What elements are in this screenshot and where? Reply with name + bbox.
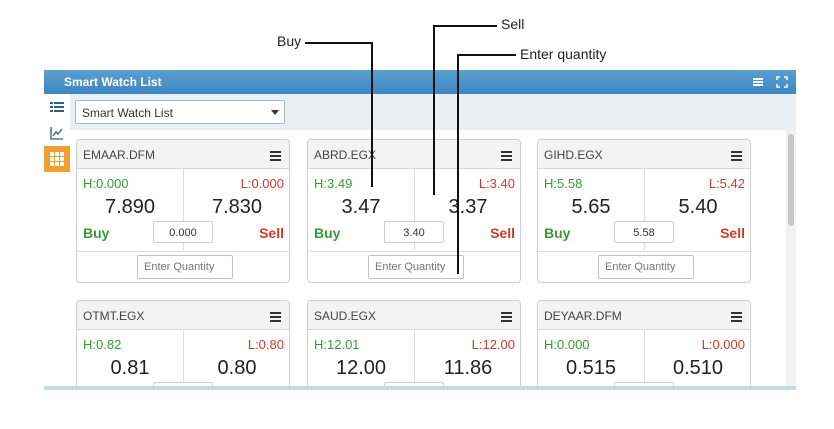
sell-price: 11.86 [443,357,493,379]
sell-button[interactable]: Sell [720,225,745,241]
price-input[interactable]: 3.40 [384,221,444,243]
card-header: SAUD.EGX [308,301,520,330]
buy-price: 0.81 [110,357,150,379]
sidebar-list-view[interactable] [44,94,70,120]
low-value: L:0.80 [247,337,284,352]
high-value: H:5.58 [544,176,583,191]
quantity-row [308,251,520,282]
hamburger-menu-icon[interactable] [731,309,742,322]
buy-price: 5.65 [571,196,611,218]
quantity-row [538,251,750,282]
buy-panel[interactable]: H:0.0000.515Buy [538,329,645,386]
card-header: ABRD.EGX [308,140,520,169]
sidebar-grid-view[interactable] [44,146,70,172]
sell-price: 0.510 [672,357,724,379]
card-header: GIHD.EGX [538,140,750,169]
buy-price: 3.47 [341,196,381,218]
sell-price: 5.40 [678,196,718,218]
card-header: EMAAR.DFM [77,140,289,169]
sell-price: 0.80 [217,357,257,379]
card-symbol: GIHD.EGX [544,148,603,162]
menu-icon[interactable] [752,75,766,89]
quantity-input[interactable] [137,255,233,279]
window-title: Smart Watch List [64,75,162,89]
watch-card: OTMT.EGXH:0.820.81BuyL:0.800.80Sell [76,300,290,386]
line-chart-icon [50,127,63,140]
buy-button[interactable]: Buy [83,225,109,241]
hamburger-menu-icon[interactable] [501,309,512,322]
card-symbol: OTMT.EGX [83,309,145,323]
quantity-input[interactable] [598,255,694,279]
scrollbar-thumb[interactable] [788,134,794,226]
watch-card: GIHD.EGX H:5.58 5.65 Buy L:5.42 5.40 Sell 5.58 [537,139,751,283]
list-icon [50,102,64,112]
card-symbol: ABRD.EGX [314,148,377,162]
low-value: L:0.000 [240,176,284,191]
buy-price: 0.515 [565,357,617,379]
buy-button[interactable]: Buy [314,225,340,241]
callout-sell: Sell [501,16,525,32]
card-header: OTMT.EGX [77,301,289,330]
high-value: H:12.01 [314,337,360,352]
watch-card: EMAAR.DFM H:0.000 7.890 Buy L:0.000 7.830 Sell… [76,139,290,283]
maximize-icon[interactable] [776,75,790,89]
card-symbol: SAUD.EGX [314,309,377,323]
quantity-row [77,251,289,282]
cards-area: EMAAR.DFM H:0.000 7.890 Buy L:0.000 7.830 Sell… [70,130,786,386]
watch-card: SAUD.EGXH:12.0112.00BuyL:12.0011.86Sell [307,300,521,386]
buy-button[interactable]: Buy [544,225,570,241]
sidebar-chart-view[interactable] [44,120,70,146]
card-symbol: DEYAAR.DFM [544,309,622,323]
hamburger-menu-icon[interactable] [731,148,742,161]
sell-panel[interactable]: L:0.0000.510Sell [645,329,750,386]
buy-panel[interactable]: H:0.820.81Buy [77,329,184,386]
watch-card: DEYAAR.DFMH:0.0000.515BuyL:0.0000.510Sel… [537,300,751,386]
watch-list-window: Smart Watch List Smart Watch List EMAAR.… [44,70,796,392]
window-titlebar: Smart Watch List [44,70,796,94]
sell-button[interactable]: Sell [490,225,515,241]
buy-price: 12.00 [335,357,387,379]
low-value: L:5.42 [708,176,745,191]
hamburger-menu-icon[interactable] [270,148,281,161]
price-input[interactable]: 0.000 [153,221,213,243]
vertical-scrollbar[interactable] [786,130,796,386]
grid-icon [50,152,64,166]
buy-panel[interactable]: H:12.0112.00Buy [308,329,415,386]
sell-panel[interactable]: L:0.800.80Sell [184,329,289,386]
price-input[interactable]: 5.58 [614,221,674,243]
card-header: DEYAAR.DFM [538,301,750,330]
chevron-down-icon [271,110,279,115]
low-value: L:0.000 [701,337,745,352]
high-value: H:0.82 [83,337,122,352]
buy-price: 7.890 [104,196,156,218]
sell-panel[interactable]: L:12.0011.86Sell [415,329,520,386]
watch-list-select[interactable]: Smart Watch List [75,100,285,124]
sidebar [44,94,70,392]
low-value: L:12.00 [471,337,515,352]
toolbar: Smart Watch List [70,94,796,131]
bottom-border [44,386,796,390]
card-symbol: EMAAR.DFM [83,148,155,162]
callout-buy: Buy [277,33,302,49]
sell-button[interactable]: Sell [259,225,284,241]
watch-list-select-value: Smart Watch List [82,106,173,120]
low-value: L:3.40 [478,176,515,191]
hamburger-menu-icon[interactable] [270,309,281,322]
high-value: H:0.000 [83,176,129,191]
sell-price: 7.830 [211,196,263,218]
watch-card: ABRD.EGX H:3.49 3.47 Buy L:3.40 3.37 Sell 3.40 [307,139,521,283]
sell-price: 3.37 [448,196,488,218]
high-value: H:3.49 [314,176,353,191]
callout-enter-quantity: Enter quantity [520,46,607,62]
quantity-input[interactable] [368,255,464,279]
hamburger-menu-icon[interactable] [501,148,512,161]
high-value: H:0.000 [544,337,590,352]
